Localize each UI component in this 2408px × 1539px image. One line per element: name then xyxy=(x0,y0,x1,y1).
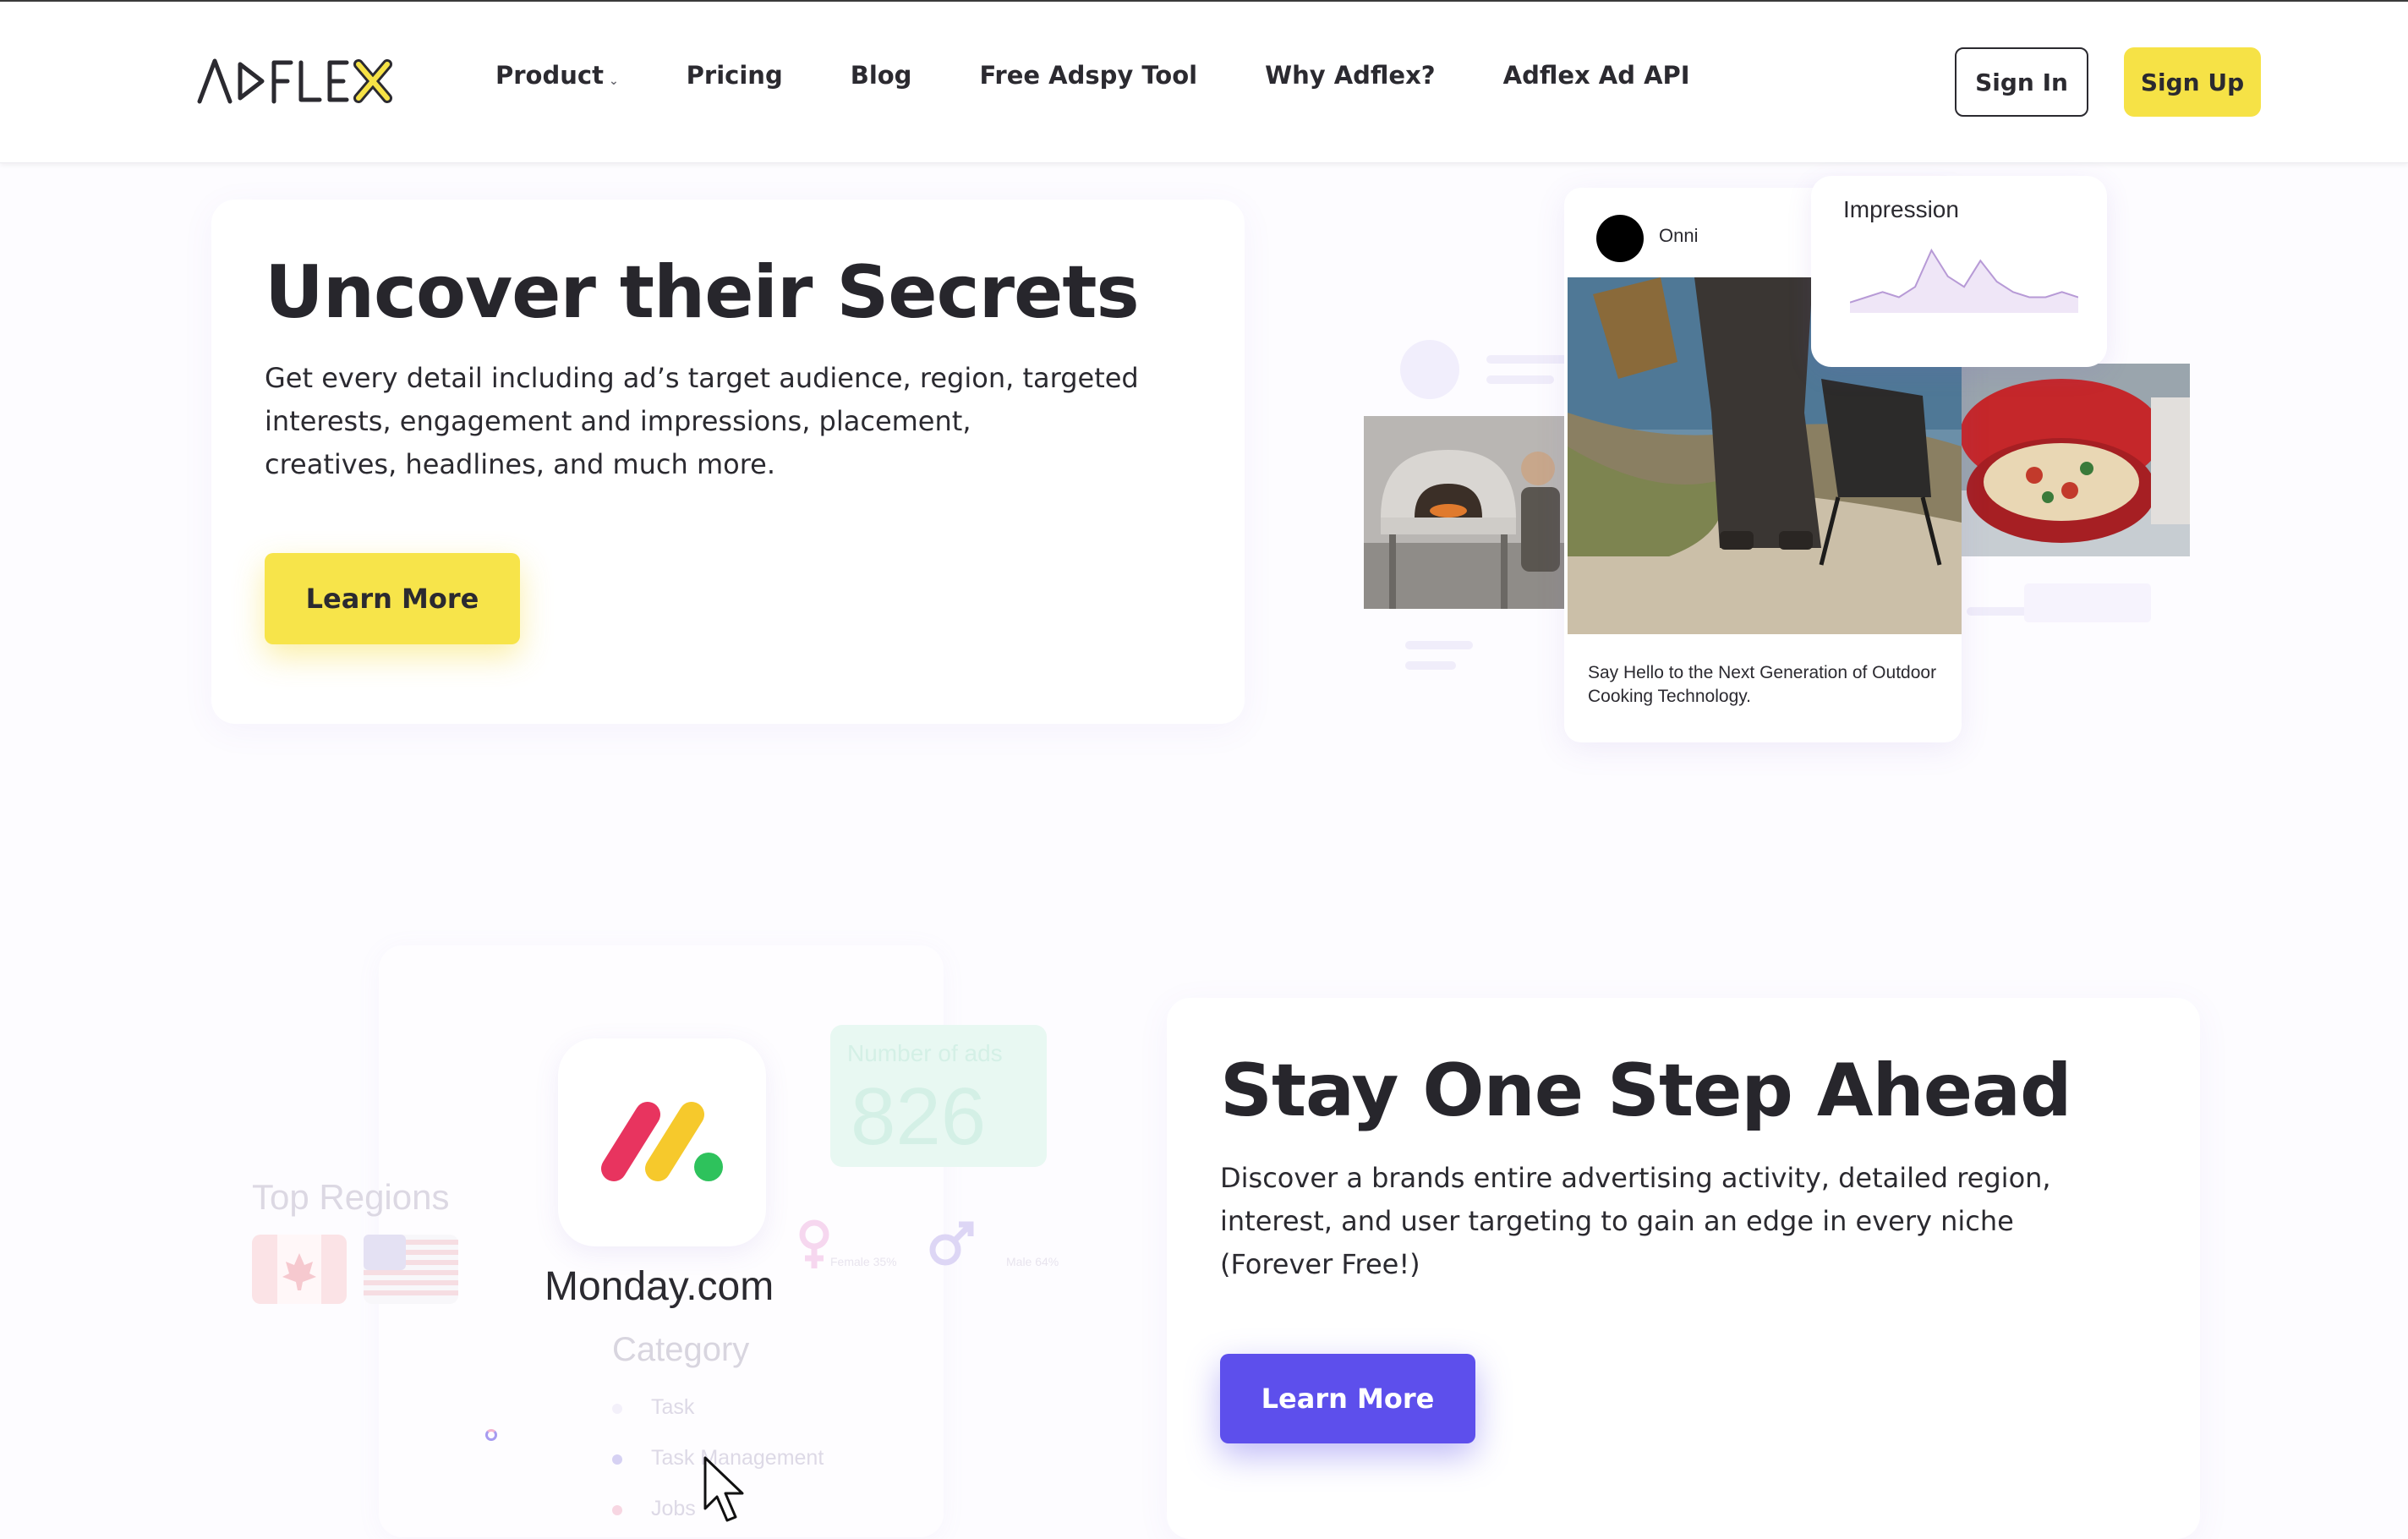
main-menu: Product ⌄ Pricing Blog Free Adspy Tool W… xyxy=(495,61,1758,90)
learn-more-button-stay-ahead[interactable]: Learn More xyxy=(1220,1354,1475,1443)
category-bullet xyxy=(612,1454,622,1465)
ghost-line xyxy=(2024,583,2151,622)
category-label: Category xyxy=(612,1331,750,1368)
number-of-ads-value: 826 xyxy=(851,1071,987,1162)
nav-product-label: Product xyxy=(495,61,604,90)
ad-caption: Say Hello to the Next Generation of Outd… xyxy=(1588,663,1937,706)
section2-description: Discover a brands entire advertising act… xyxy=(1220,1157,2184,1286)
category-bullet xyxy=(612,1505,622,1515)
sign-in-button[interactable]: Sign In xyxy=(1955,47,2088,117)
impression-title: Impression xyxy=(1843,196,1959,222)
nav-pricing[interactable]: Pricing xyxy=(687,61,783,90)
learn-more-button-secrets[interactable]: Learn More xyxy=(265,553,520,644)
top-regions-label: Top Regions xyxy=(252,1177,450,1217)
nav-product[interactable]: Product ⌄ xyxy=(495,61,619,90)
nav-blog[interactable]: Blog xyxy=(851,61,912,90)
number-of-ads-label: Number of ads xyxy=(847,1040,1003,1066)
canada-flag-icon xyxy=(252,1235,347,1304)
section1-description: Get every detail including ad’s target a… xyxy=(265,357,1195,486)
chevron-down-icon: ⌄ xyxy=(608,74,619,88)
brand-name: Monday.com xyxy=(545,1264,774,1309)
pizza-oven-ad-image xyxy=(1364,416,1568,609)
section1-description-line: creatives, headlines, and much more. xyxy=(265,448,776,480)
section2-description-line: interest, and user targeting to gain an … xyxy=(1220,1205,2014,1237)
male-share: Male 64% xyxy=(1006,1255,1059,1268)
advertiser-name: Onni xyxy=(1659,225,1699,246)
section2-title: Stay One Step Ahead xyxy=(1220,1049,2072,1133)
female-icon xyxy=(799,1219,829,1268)
ghost-avatar xyxy=(1400,340,1459,399)
category-bullet xyxy=(612,1404,622,1414)
sign-up-button[interactable]: Sign Up xyxy=(2124,47,2261,117)
impression-chart-card: Impression xyxy=(1811,176,2107,367)
female-share: Female 35% xyxy=(830,1255,897,1268)
adflex-logo[interactable] xyxy=(196,56,396,107)
monday-app-icon xyxy=(558,1038,766,1246)
ghost-line xyxy=(1486,355,1571,364)
nav-free-adspy-tool[interactable]: Free Adspy Tool xyxy=(979,61,1197,90)
category-item: Task xyxy=(651,1395,695,1419)
ghost-line xyxy=(1405,661,1456,670)
usa-flag-icon xyxy=(364,1235,458,1304)
advertiser-avatar xyxy=(1596,215,1644,262)
nav-why-adflex[interactable]: Why Adflex? xyxy=(1265,61,1436,90)
mouse-cursor-icon xyxy=(703,1456,744,1522)
section1-title: Uncover their Secrets xyxy=(265,250,1140,335)
ghost-line xyxy=(1486,375,1554,384)
loading-spinner-icon xyxy=(485,1429,497,1441)
section1-description-line: Get every detail including ad’s target a… xyxy=(265,362,1139,394)
number-of-ads-stat: Number of ads 826 xyxy=(830,1025,1047,1167)
impression-area xyxy=(1850,250,2078,313)
category-item: Jobs xyxy=(651,1497,696,1520)
ghost-line xyxy=(1405,641,1473,649)
section1-description-line: interests, engagement and impressions, p… xyxy=(265,405,971,437)
nav-adflex-ad-api[interactable]: Adflex Ad API xyxy=(1503,61,1690,90)
male-icon xyxy=(929,1221,974,1266)
section2-description-line: Discover a brands entire advertising act… xyxy=(1220,1162,2051,1194)
impression-sparkline xyxy=(1850,248,2078,313)
top-navbar: Product ⌄ Pricing Blog Free Adspy Tool W… xyxy=(0,0,2408,163)
section2-description-line: (Forever Free!) xyxy=(1220,1248,1420,1280)
pizza-ad-image xyxy=(1960,364,2190,556)
